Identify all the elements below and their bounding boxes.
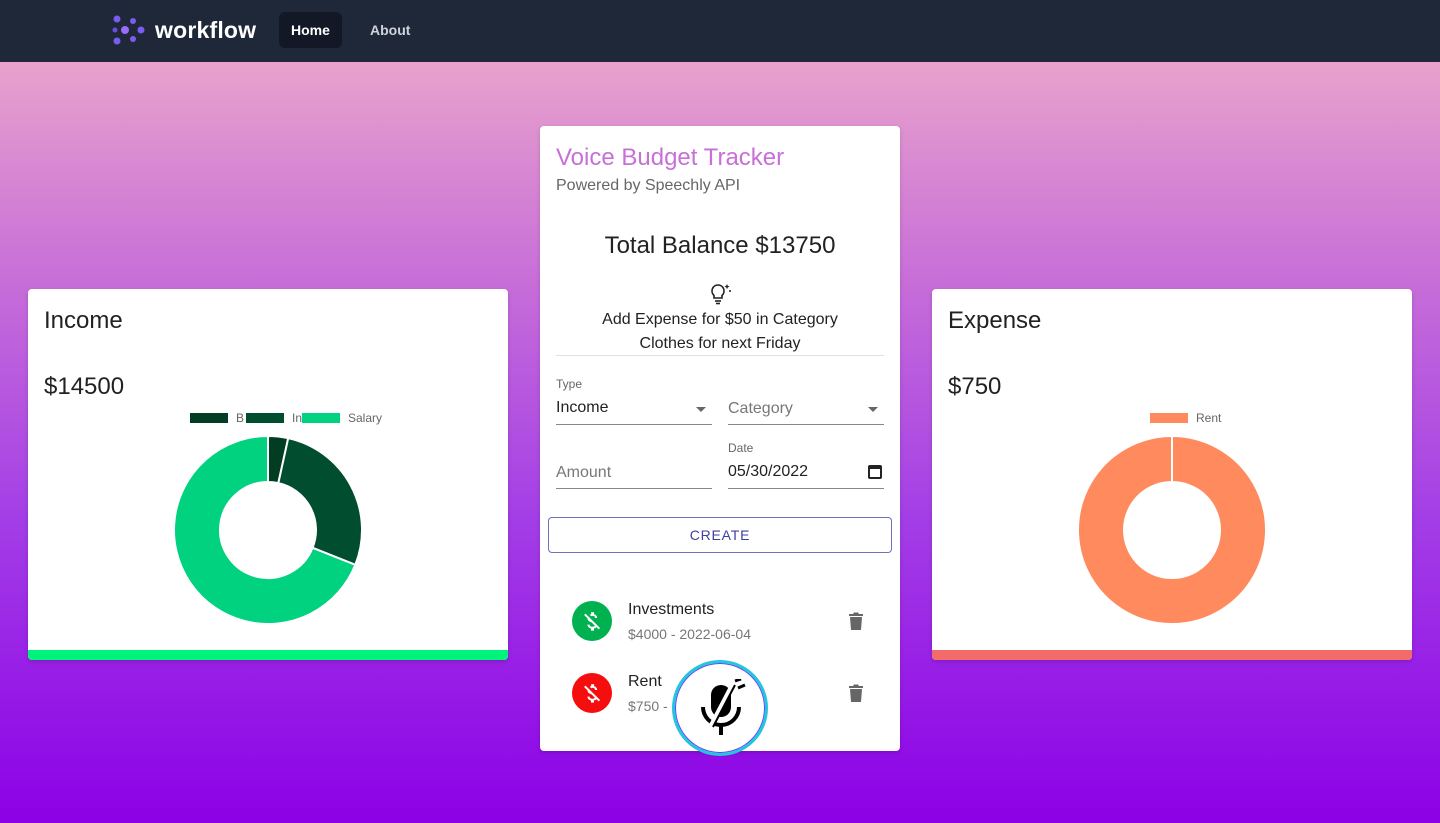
expense-accent-bar — [932, 650, 1412, 660]
delete-icon[interactable] — [848, 683, 864, 703]
expense-title: Expense — [948, 307, 1042, 334]
workflow-logo-icon — [112, 15, 145, 45]
legend-item[interactable]: Rent — [1150, 411, 1221, 425]
legend-swatch — [246, 413, 284, 423]
income-accent-bar — [28, 650, 508, 660]
amount-underline — [556, 488, 712, 489]
brand-name: workflow — [155, 16, 257, 43]
hint-line: Clothes for next Friday — [639, 335, 801, 352]
calendar-icon[interactable] — [868, 465, 882, 479]
create-button[interactable]: CREATE — [548, 517, 892, 553]
nav-about-link[interactable]: About — [358, 12, 422, 48]
income-amount: $14500 — [44, 373, 125, 400]
money-off-icon — [584, 684, 601, 703]
income-legend: B In Salary — [28, 411, 508, 425]
type-value: Income — [556, 399, 609, 416]
nav-home-link[interactable]: Home — [279, 12, 342, 48]
expense-legend: Rent — [932, 411, 1412, 425]
top-navbar: workflow Home About — [0, 0, 1440, 62]
transaction-name: Rent — [628, 673, 662, 690]
type-label: Type — [556, 377, 583, 391]
expense-amount: $750 — [948, 373, 1002, 400]
legend-label: B — [236, 411, 245, 425]
type-select[interactable]: Type Income — [556, 376, 712, 426]
legend-label: In — [292, 411, 303, 425]
donut-slice-in[interactable] — [277, 437, 363, 567]
date-underline — [728, 488, 884, 489]
category-placeholder: Category — [728, 400, 793, 417]
date-label: Date — [728, 441, 754, 455]
type-underline — [556, 424, 712, 425]
expense-card: Expense $750 Rent — [932, 289, 1412, 660]
budget-tracker-card: Voice Budget Tracker Powered by Speechly… — [540, 126, 900, 751]
list-item[interactable]: Investments $4000 - 2022-06-04 — [572, 601, 872, 651]
date-value: 05/30/2022 — [728, 463, 809, 480]
date-input[interactable]: Date 05/30/2022 — [728, 440, 884, 490]
app-title: Voice Budget Tracker — [556, 144, 785, 171]
chevron-down-icon — [696, 407, 706, 412]
transaction-name: Investments — [628, 601, 715, 618]
total-balance: Total Balance $13750 — [604, 232, 836, 259]
legend-label: Salary — [348, 411, 383, 425]
lightbulb-icon — [711, 284, 731, 305]
push-to-talk-button[interactable] — [672, 660, 768, 756]
legend-item[interactable]: B — [190, 411, 244, 425]
app-subtitle: Powered by Speechly API — [556, 177, 741, 194]
transaction-avatar — [572, 673, 612, 713]
transaction-avatar — [572, 601, 612, 641]
legend-item[interactable]: Salary — [302, 411, 382, 425]
category-underline — [728, 424, 884, 425]
income-card: Income $14500 B In Salary — [28, 289, 508, 660]
voice-hint: Add Expense for $50 in Category Clothes … — [556, 308, 884, 356]
delete-icon[interactable] — [848, 611, 864, 631]
chevron-down-icon — [868, 407, 878, 412]
legend-item[interactable]: In — [246, 411, 302, 425]
category-select[interactable]: Category — [728, 376, 884, 426]
money-off-icon — [584, 612, 601, 631]
legend-label: Rent — [1196, 411, 1222, 425]
income-donut-chart — [173, 435, 363, 625]
microphone-icon — [701, 679, 746, 735]
workflow-logo[interactable]: workflow — [112, 14, 256, 46]
legend-swatch — [190, 413, 228, 423]
amount-placeholder: Amount — [556, 464, 612, 481]
expense-donut-chart — [1077, 435, 1267, 625]
legend-swatch — [1150, 413, 1188, 423]
hint-line: Add Expense for $50 in Category — [602, 311, 838, 328]
transaction-details: $750 - — [628, 698, 668, 714]
income-title: Income — [44, 307, 123, 334]
amount-input[interactable]: Amount — [556, 440, 712, 490]
divider — [556, 355, 884, 356]
transaction-details: $4000 - 2022-06-04 — [628, 626, 751, 642]
legend-swatch — [302, 413, 340, 423]
